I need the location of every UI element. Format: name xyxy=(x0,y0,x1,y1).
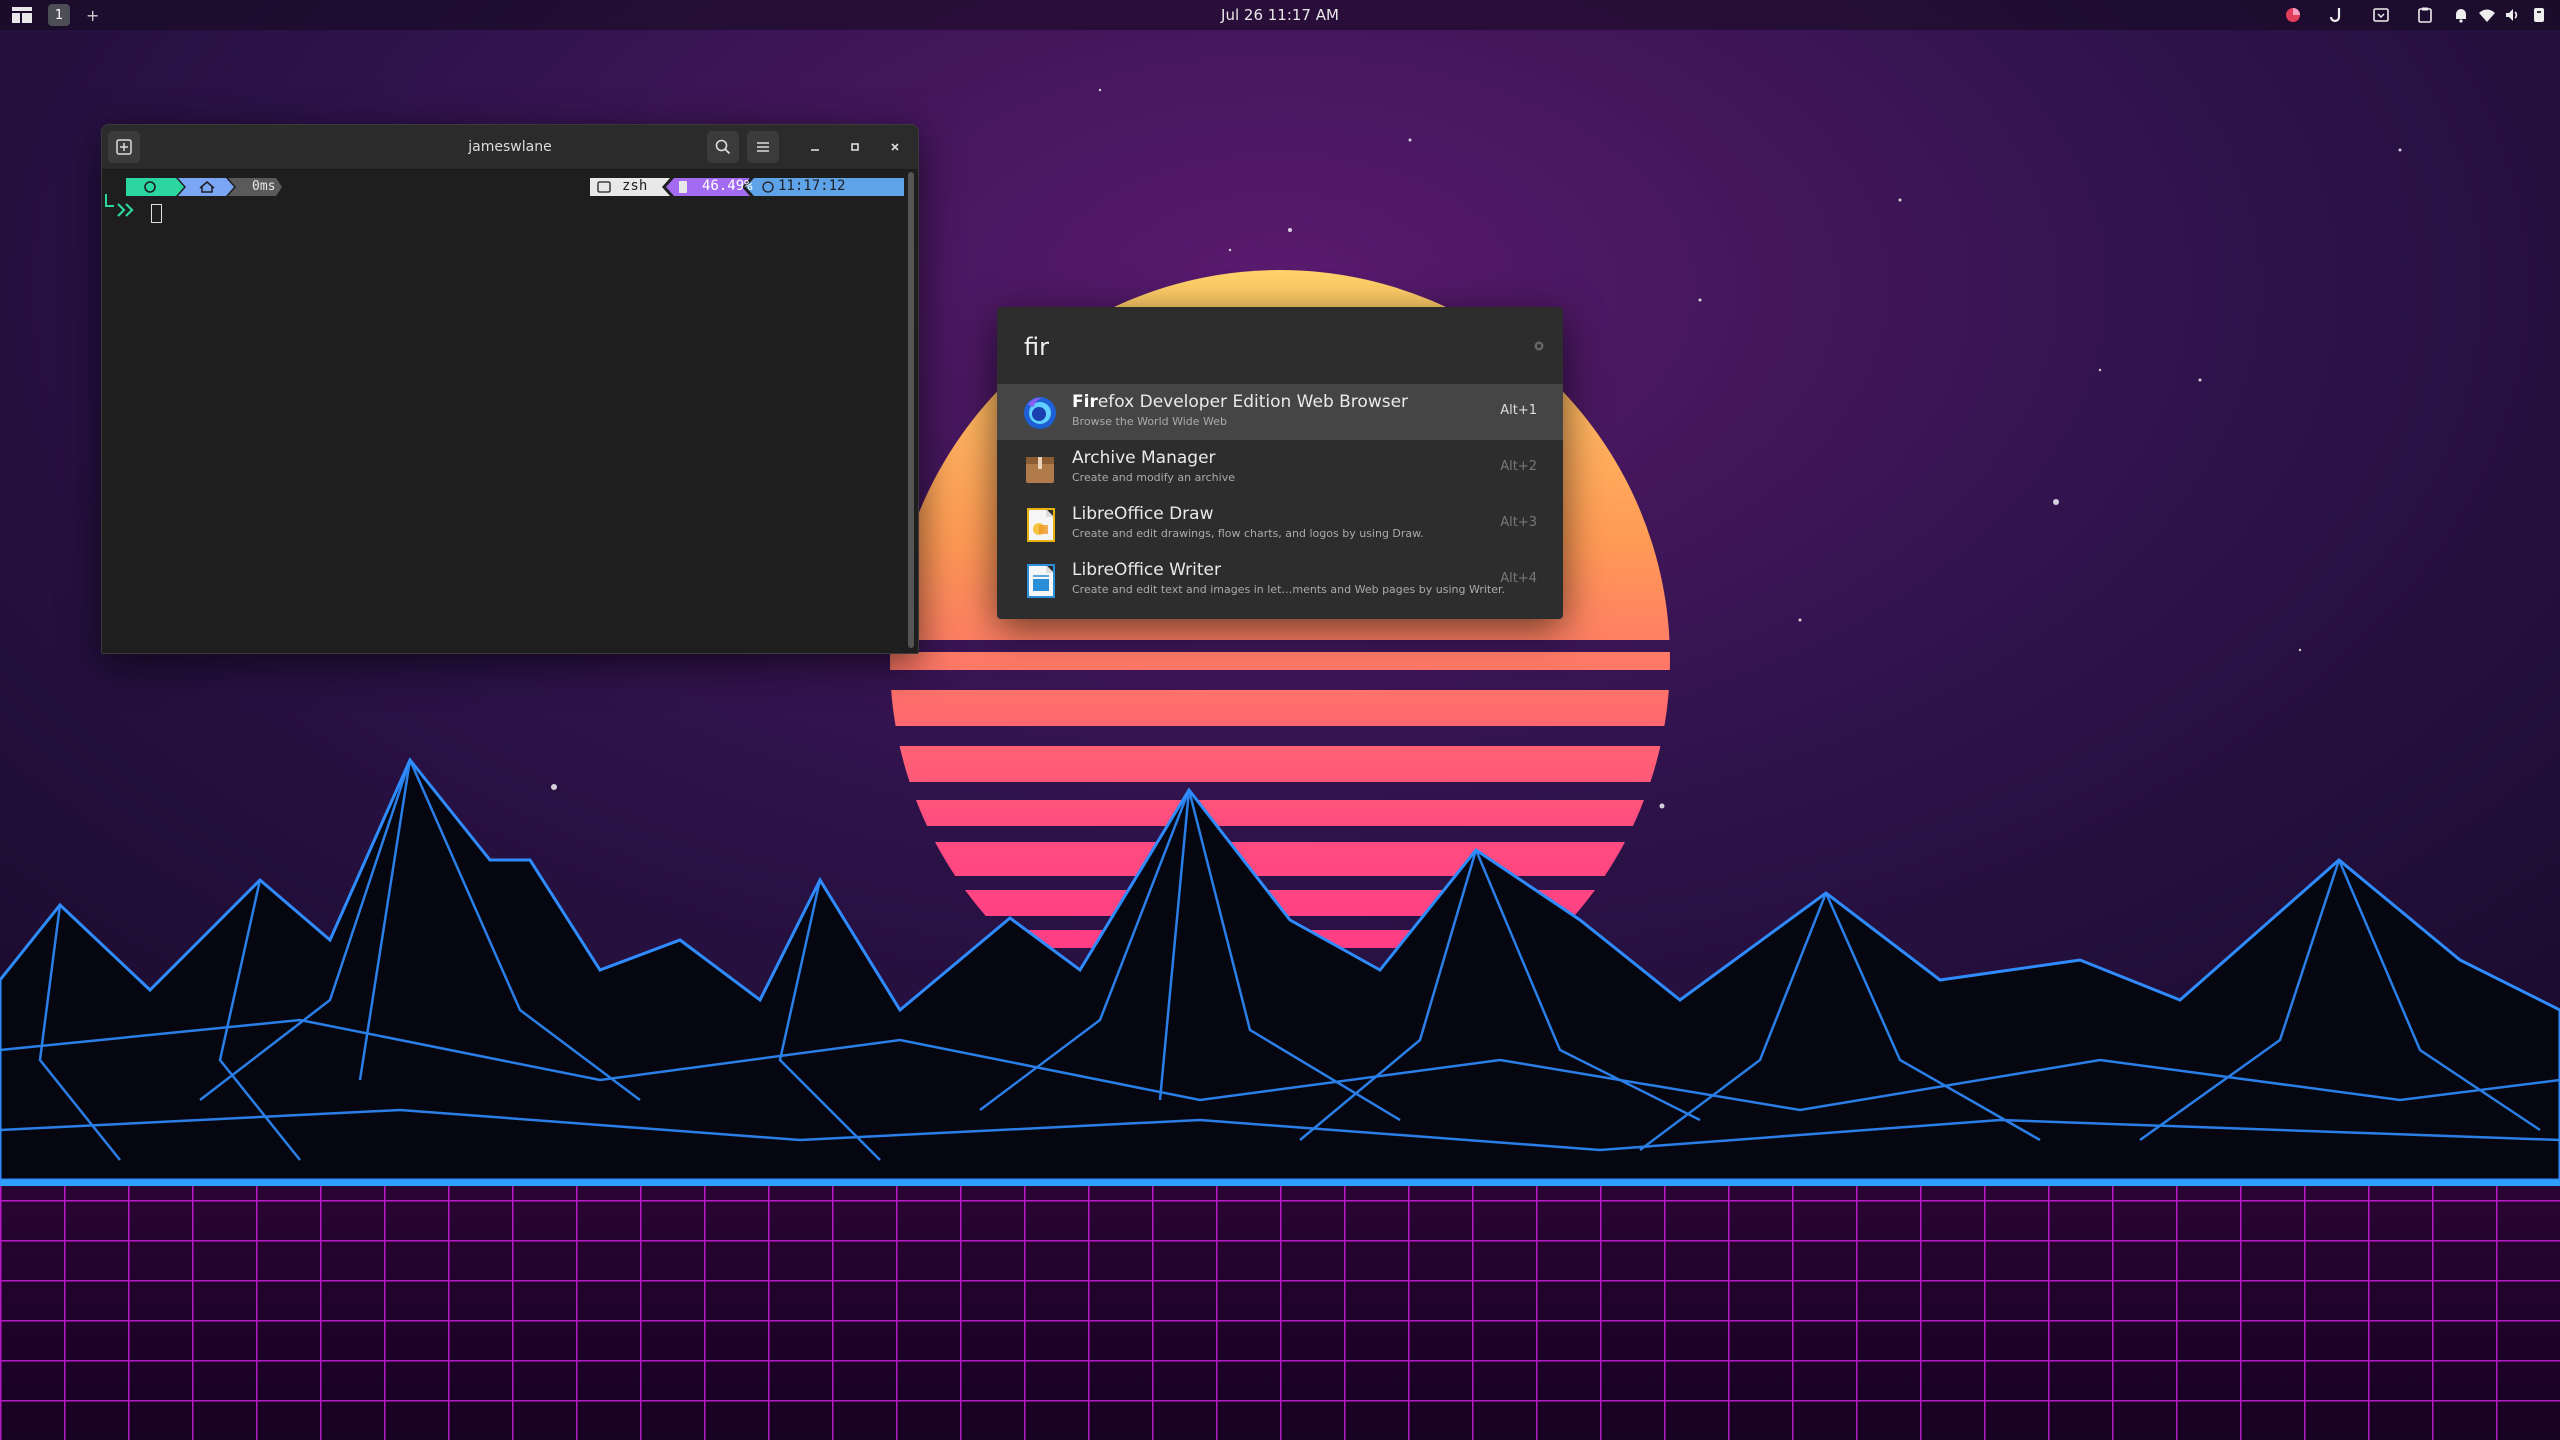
result-archive-manager[interactable]: Archive Manager Create and modify an arc… xyxy=(997,440,1563,496)
terminal-window[interactable]: jameswlane 0ms zsh 46.49% 11:17:12 xyxy=(101,124,919,654)
result-libreoffice-draw[interactable]: LibreOffice Draw Create and edit drawing… xyxy=(997,496,1563,552)
result-shortcut: Alt+3 xyxy=(1500,515,1537,530)
search-button[interactable] xyxy=(707,131,739,163)
terminal-title: jameswlane xyxy=(468,139,552,155)
app-launcher: fir Firefox Developer Edition Web Browse… xyxy=(997,307,1563,619)
terminal-titlebar[interactable]: jameswlane xyxy=(102,125,918,170)
prompt-duration: 0ms xyxy=(252,179,276,194)
menu-button[interactable] xyxy=(747,131,779,163)
archive-manager-icon xyxy=(1026,457,1054,483)
top-panel: 1 + Jul 26 11:17 AM xyxy=(0,0,2560,30)
result-description: Create and edit text and images in let…m… xyxy=(1072,583,1506,596)
tool-hook-icon[interactable] xyxy=(2322,0,2352,30)
result-title: LibreOffice Writer xyxy=(1072,560,1221,580)
close-button[interactable] xyxy=(879,131,911,163)
result-shortcut: Alt+2 xyxy=(1500,459,1537,474)
result-description: Browse the World Wide Web xyxy=(1072,415,1228,428)
prompt-chevron-icon xyxy=(117,203,134,217)
prompt-shell: zsh xyxy=(622,178,648,194)
search-input[interactable]: fir xyxy=(1024,333,1049,361)
result-shortcut: Alt+1 xyxy=(1500,403,1537,418)
terminal-cursor xyxy=(151,204,162,223)
workspace-1-button[interactable]: 1 xyxy=(48,4,70,26)
prompt-battery: 46.49% xyxy=(702,178,753,194)
result-libreoffice-writer[interactable]: LibreOffice Writer Create and edit text … xyxy=(997,552,1563,608)
prompt-line: 0ms zsh 46.49% 11:17:12 xyxy=(102,174,918,217)
terminal-scrollbar[interactable] xyxy=(908,172,914,648)
close-icon xyxy=(891,143,899,151)
minimize-icon xyxy=(811,149,819,151)
activities-icon[interactable] xyxy=(12,6,32,24)
launcher-search[interactable]: fir xyxy=(997,307,1563,383)
libreoffice-writer-icon xyxy=(1027,564,1055,598)
result-title: Firefox Developer Edition Web Browser xyxy=(1072,392,1409,412)
libreoffice-draw-icon xyxy=(1027,508,1055,542)
result-description: Create and edit drawings, flow charts, a… xyxy=(1072,527,1424,540)
prompt-time: 11:17:12 xyxy=(778,178,846,194)
result-description: Create and modify an archive xyxy=(1072,471,1235,484)
minimize-button[interactable] xyxy=(799,131,831,163)
result-shortcut: Alt+4 xyxy=(1500,571,1537,586)
search-icon xyxy=(715,139,731,155)
maximize-button[interactable] xyxy=(839,131,871,163)
add-workspace-button[interactable]: + xyxy=(86,6,99,25)
settings-icon[interactable] xyxy=(1533,340,1545,352)
result-firefox-dev[interactable]: Firefox Developer Edition Web Browser Br… xyxy=(997,384,1563,440)
clock[interactable]: Jul 26 11:17 AM xyxy=(1180,0,1380,30)
maximize-icon xyxy=(851,143,859,151)
hamburger-menu-icon xyxy=(757,142,769,152)
volume-icon[interactable] xyxy=(2500,0,2526,30)
power-menu-icon[interactable] xyxy=(2526,0,2552,30)
result-title: LibreOffice Draw xyxy=(1072,504,1214,524)
notification-bell-icon[interactable] xyxy=(2448,0,2474,30)
app-indicator-icon[interactable] xyxy=(2278,0,2308,30)
wifi-icon[interactable] xyxy=(2474,0,2500,30)
firefox-dev-icon xyxy=(1024,397,1056,429)
result-title: Archive Manager xyxy=(1072,448,1216,468)
screenshot-icon[interactable] xyxy=(2366,0,2396,30)
clipboard-icon[interactable] xyxy=(2410,0,2440,30)
terminal-content[interactable]: 0ms zsh 46.49% 11:17:12 xyxy=(102,170,918,653)
